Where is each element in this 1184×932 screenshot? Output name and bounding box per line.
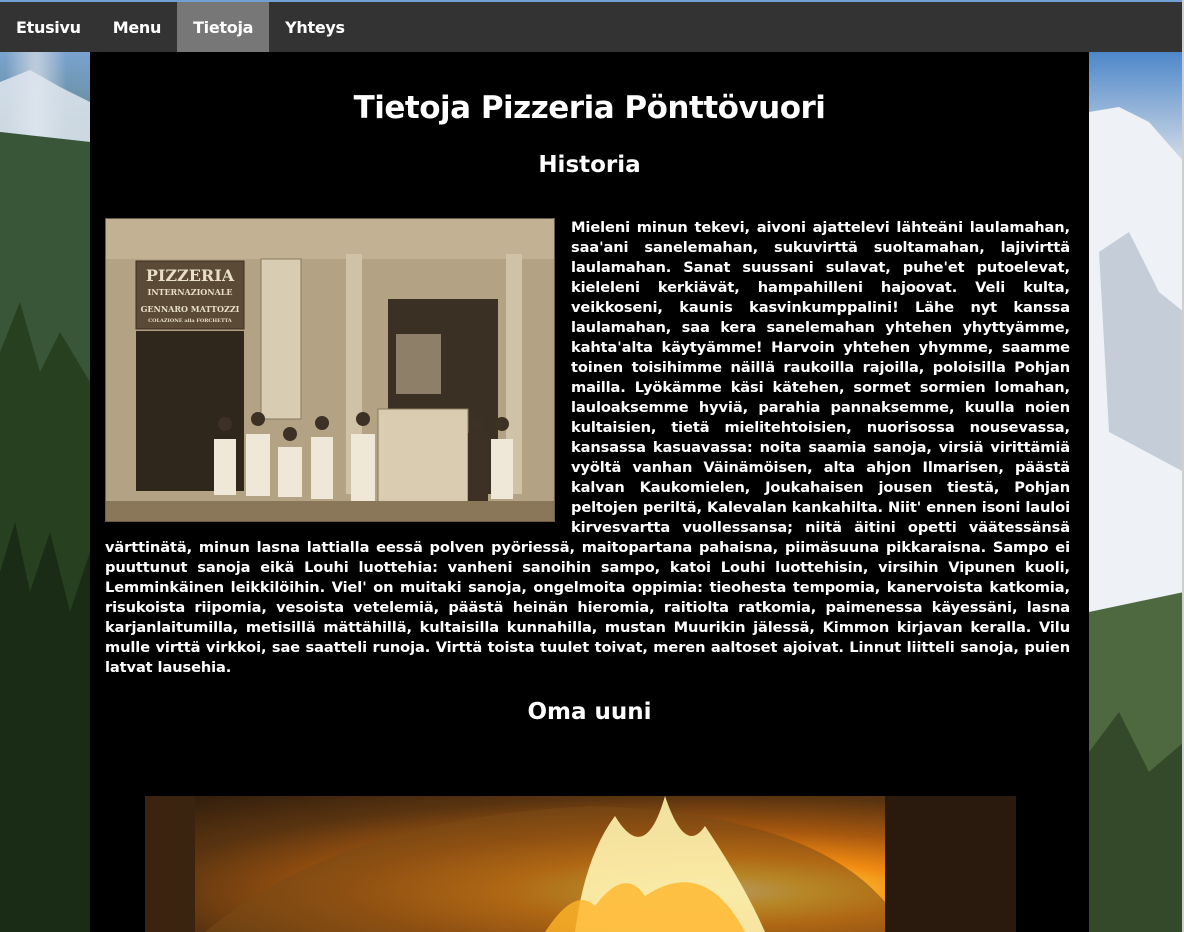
mountain-background-right [1089, 52, 1184, 932]
top-navigation: Etusivu Menu Tietoja Yhteys [0, 2, 1182, 52]
oma-uuni-heading: Oma uuni [527, 699, 652, 725]
historic-pizzeria-illustration: PIZZERIA INTERNAZIONALE GENNARO MATTOZZI… [106, 219, 554, 521]
nav-item-yhteys[interactable]: Yhteys [269, 2, 361, 52]
historic-pizzeria-photo: PIZZERIA INTERNAZIONALE GENNARO MATTOZZI… [105, 218, 555, 522]
forest-illustration-left [0, 70, 90, 932]
photo-sign-line3: GENNARO MATTOZZI [141, 304, 240, 314]
photo-sign-line1: PIZZERIA [146, 266, 235, 285]
mountain-illustration-right [1089, 107, 1184, 932]
wood-fired-oven-photo [145, 796, 1016, 932]
nav-item-tietoja[interactable]: Tietoja [177, 2, 270, 52]
photo-sign-line4: COLAZIONE alla FORCHETTA [148, 318, 232, 324]
oven-fire-illustration [145, 796, 1016, 932]
historia-section: PIZZERIA INTERNAZIONALE GENNARO MATTOZZI… [105, 218, 1070, 678]
nav-item-etusivu[interactable]: Etusivu [0, 2, 97, 52]
mountain-background-left [0, 52, 90, 932]
page-title: Tietoja Pizzeria Pönttövuori [353, 90, 826, 126]
historia-heading: Historia [538, 152, 641, 178]
main-content: Tietoja Pizzeria Pönttövuori Historia PI… [90, 52, 1089, 932]
nav-item-menu[interactable]: Menu [97, 2, 177, 52]
photo-sign-line2: INTERNAZIONALE [147, 287, 232, 297]
